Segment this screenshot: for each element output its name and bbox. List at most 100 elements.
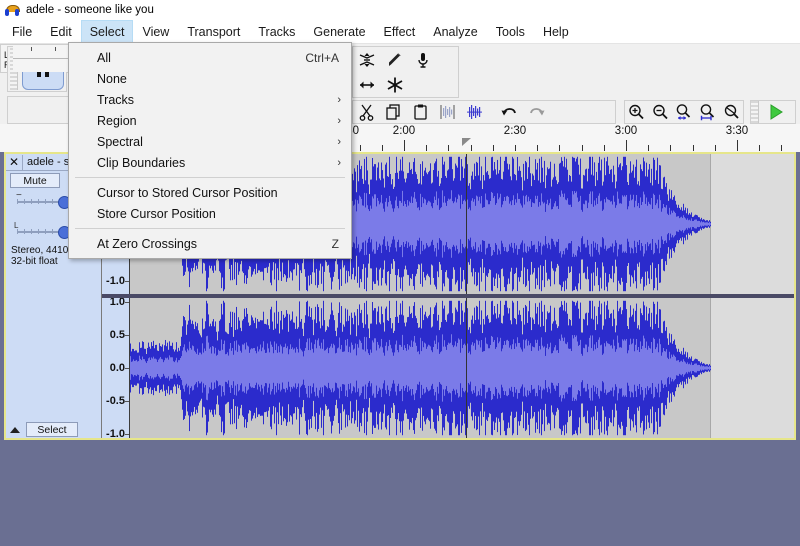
select-menu-item-store-cursor-position[interactable]: Store Cursor Position [69,203,351,224]
play-toolbar [750,100,796,124]
copy-button[interactable] [380,101,407,123]
menu-item-label: Cursor to Stored Cursor Position [97,186,278,200]
timeline-tick [382,145,383,151]
chevron-right-icon: › [337,115,341,127]
menu-item-select[interactable]: Select [81,20,134,43]
menu-item-effect[interactable]: Effect [375,20,425,43]
timeline-tick [604,145,605,151]
menu-item-label: Tracks [97,93,134,107]
window-title: adele - someone like you [26,4,154,16]
title-bar: adele - someone like you [0,0,800,20]
menu-item-analyze[interactable]: Analyze [424,20,486,43]
timeline-tick [537,145,538,151]
select-dropdown-menu: AllCtrl+ANoneTracks›Region›Spectral›Clip… [68,42,352,259]
menu-item-label: Spectral [97,135,143,149]
menu-item-shortcut: Z [332,237,341,251]
chevron-right-icon: › [337,157,341,169]
select-menu-item-at-zero-crossings[interactable]: At Zero Crossings Z [69,233,351,254]
timeline-tick [759,145,760,151]
menu-item-transport[interactable]: Transport [178,20,249,43]
zoom-in-button[interactable] [625,101,649,123]
select-button[interactable]: Select [26,422,78,437]
track-empty-area[interactable] [710,298,794,438]
timeline-label: 2:00 [393,125,415,137]
close-icon[interactable]: ✕ [6,155,23,170]
vruler-tick [125,434,129,435]
play-grip[interactable] [751,101,759,123]
playhead-marker[interactable] [462,138,471,146]
timeline-tick [360,145,361,151]
mute-button[interactable]: Mute [10,173,60,188]
audacity-window: adele - someone like you FileEditSelectV… [0,0,800,546]
select-menu-item-none[interactable]: None [69,68,351,89]
timeline-tick [493,145,494,151]
multi-tool[interactable] [381,72,409,97]
menu-item-label: At Zero Crossings [97,237,197,251]
zoom-toggle-button[interactable] [719,101,743,123]
tools-toolbar [344,46,459,98]
menu-item-generate[interactable]: Generate [304,20,374,43]
zoom-out-button[interactable] [649,101,673,123]
redo-button[interactable] [523,101,550,123]
menu-item-view[interactable]: View [133,20,178,43]
undo-button[interactable] [496,101,523,123]
track-empty-area[interactable] [710,154,794,294]
edit-toolbar [344,100,616,124]
recording-mic-icon[interactable] [409,47,437,72]
waveform-channel-right[interactable] [130,298,794,438]
select-menu-item-clip-boundaries[interactable]: Clip Boundaries› [69,152,351,173]
chevron-right-icon: › [337,136,341,148]
zoom-toolbar [624,100,744,124]
vruler-label: 0.0 [110,362,125,374]
vruler-label: -1.0 [106,275,125,287]
waveform-svg [130,298,711,438]
cut-button[interactable] [353,101,380,123]
menu-item-edit[interactable]: Edit [41,20,81,43]
timeline-tick [448,145,449,151]
meter-tick [55,47,56,51]
edit-cursor-line [466,154,467,294]
select-menu-item-tracks[interactable]: Tracks› [69,89,351,110]
timeline-tick [404,140,405,151]
vruler-label: -0.5 [106,395,125,407]
draw-tool[interactable] [381,47,409,72]
select-menu-item-cursor-to-stored-cursor-position[interactable]: Cursor to Stored Cursor Position [69,182,351,203]
fit-selection-button[interactable] [672,101,696,123]
track-footer: Select [6,422,101,437]
menu-item-tracks[interactable]: Tracks [249,20,304,43]
vruler-tick [125,302,129,303]
track-title[interactable]: adele - s [23,156,69,168]
timeline-tick [737,140,738,151]
timeshift-tool[interactable] [353,72,381,97]
timeline-tick [471,145,472,151]
timeline-label: 3:00 [615,125,637,137]
timeline-label: 3:30 [726,125,748,137]
paste-button[interactable] [407,101,434,123]
timeline-tick [426,145,427,151]
timeline-tick [781,145,782,151]
silence-audio-button[interactable] [461,101,488,123]
select-menu-item-all[interactable]: AllCtrl+A [69,47,351,68]
menu-item-tools[interactable]: Tools [487,20,534,43]
vruler-label: -1.0 [106,428,125,440]
headphones-icon [5,4,19,17]
menu-bar: FileEditSelectViewTransportTracksGenerat… [0,20,800,44]
timeline-tick [559,145,560,151]
menu-item-file[interactable]: File [3,20,41,43]
select-menu-item-spectral[interactable]: Spectral › [69,131,351,152]
trim-audio-button[interactable] [434,101,461,123]
vruler-tick [125,401,129,402]
timeline-tick [515,145,516,151]
menu-item-label: Store Cursor Position [97,207,216,221]
menu-item-label: Region [97,114,137,128]
menu-item-help[interactable]: Help [534,20,578,43]
play-button[interactable] [759,101,793,123]
fit-project-button[interactable] [696,101,720,123]
vruler-tick [125,335,129,336]
timeline-tick [626,140,627,151]
menu-separator [75,177,345,178]
envelope-tool[interactable] [353,47,381,72]
triangle-up-icon[interactable] [6,422,24,437]
vruler-tick [125,281,129,282]
select-menu-item-region[interactable]: Region › [69,110,351,131]
